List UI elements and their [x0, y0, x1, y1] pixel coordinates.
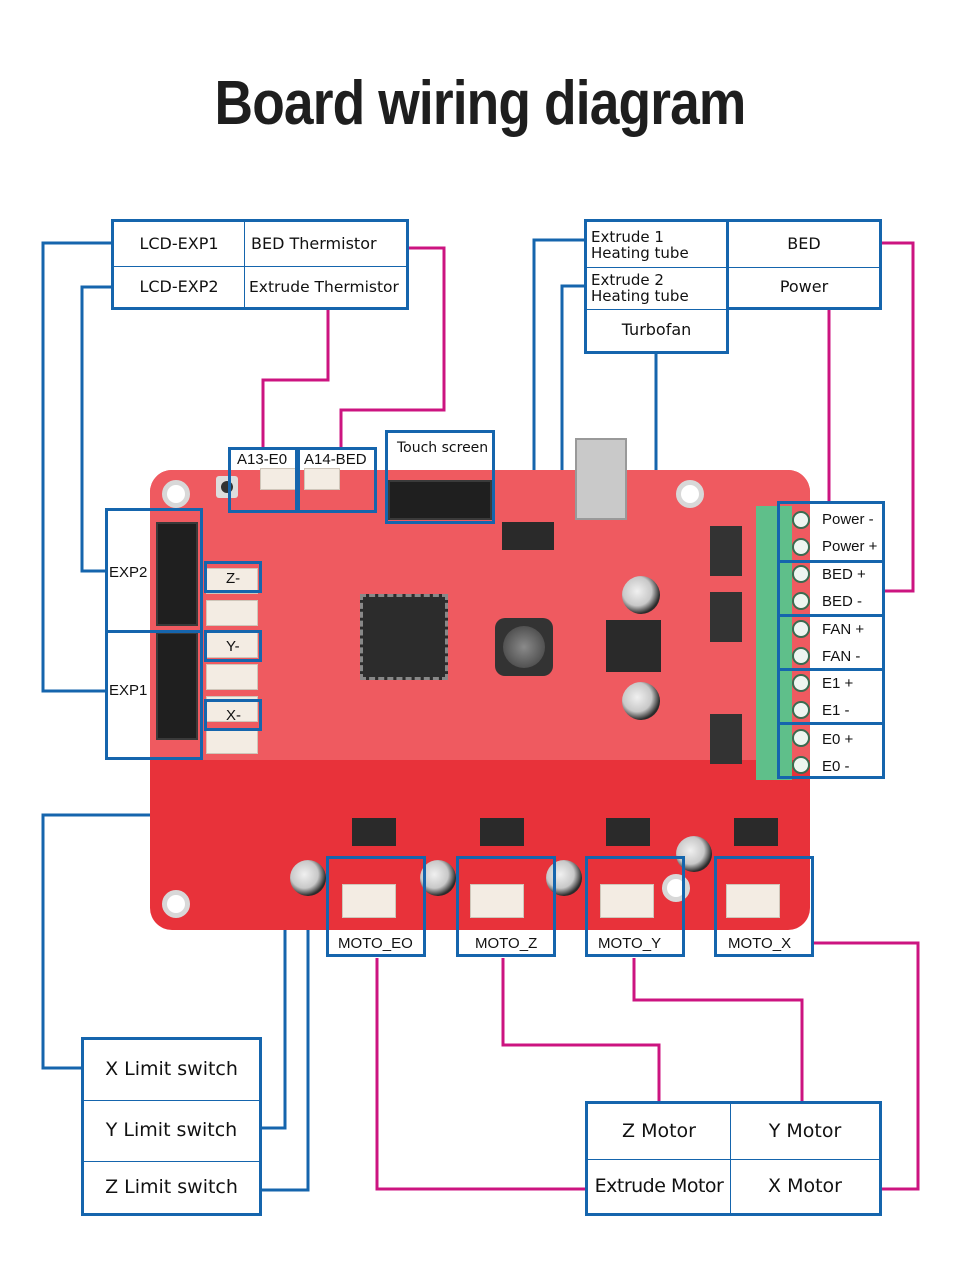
- serial-chip: [502, 522, 554, 550]
- screw-icon: [792, 729, 810, 747]
- mosfet: [710, 526, 742, 576]
- extrude1-line2: Heating tube: [591, 243, 689, 262]
- driver-chip: [606, 818, 650, 846]
- mount-hole: [162, 890, 190, 918]
- z-limit-switch-label: Z Limit switch: [105, 1175, 238, 1198]
- heater-power-table-right: BED Power: [726, 219, 882, 310]
- extrude2-line2: Heating tube: [591, 286, 689, 305]
- extrude-thermistor-label: Extrude Thermistor: [249, 277, 399, 296]
- mosfet: [710, 592, 742, 642]
- terminal-label: E1 -: [822, 702, 850, 719]
- terminal-label: BED +: [822, 566, 866, 583]
- touch-screen-label: Touch screen: [397, 440, 489, 456]
- screw-icon: [792, 538, 810, 556]
- thermistor-lcd-table: LCD-EXP1 BED Thermistor LCD-EXP2 Extrude…: [111, 219, 409, 310]
- usb-port: [575, 438, 627, 520]
- terminal-label: FAN -: [822, 648, 861, 665]
- x-motor-label: X Motor: [768, 1174, 842, 1197]
- moto-y-label: MOTO_Y: [598, 935, 662, 952]
- terminal-label: Power +: [822, 538, 878, 555]
- driver-chip: [480, 818, 524, 846]
- driver-chip: [352, 818, 396, 846]
- z-motor-label: Z Motor: [622, 1119, 696, 1142]
- capacitor: [622, 576, 660, 614]
- mosfet: [710, 714, 742, 764]
- endstop-connector: [206, 600, 258, 626]
- terminal-label: E0 -: [822, 758, 850, 775]
- endstop-connector: [206, 664, 258, 690]
- wire-moto-z: [501, 958, 661, 1102]
- turbofan-label: Turbofan: [621, 320, 692, 340]
- screw-icon: [792, 674, 810, 692]
- terminal-label: FAN +: [822, 621, 865, 638]
- a13-e0-label: A13-E0: [237, 451, 288, 468]
- x-minus-label: X-: [226, 707, 241, 724]
- x-limit-switch-label: X Limit switch: [105, 1058, 238, 1081]
- screw-icon: [792, 620, 810, 638]
- limit-switch-table: X Limit switch Y Limit switch Z Limit sw…: [81, 1037, 262, 1216]
- screw-icon: [792, 592, 810, 610]
- screw-icon: [792, 756, 810, 774]
- screw-icon: [792, 565, 810, 583]
- screw-icon: [792, 647, 810, 665]
- lcd-exp2-label: LCD-EXP2: [139, 276, 219, 296]
- terminal-label: E0 +: [822, 731, 854, 748]
- moto-z-label: MOTO_Z: [475, 935, 538, 952]
- extrude-motor-label: Extrude Motor: [594, 1174, 724, 1197]
- exp1-label: EXP1: [109, 682, 148, 699]
- terminal-label: BED -: [822, 593, 863, 610]
- wire-extrude-thermistor: [261, 310, 330, 448]
- z-minus-label: Z-: [226, 570, 241, 587]
- extrude1-heating-tube-label: Extrude 1 Heating tube: [587, 224, 726, 267]
- heater-power-table-left: Extrude 1 Heating tube Extrude 2 Heating…: [584, 219, 729, 354]
- wire-lcd-exp1: [41, 241, 112, 693]
- moto-x-label: MOTO_X: [728, 935, 792, 952]
- motor-table: Z Motor Y Motor Extrude Motor X Motor: [585, 1101, 882, 1216]
- screw-icon: [792, 511, 810, 529]
- y-limit-switch-label: Y Limit switch: [105, 1119, 238, 1142]
- terminal-label: E1 +: [822, 675, 854, 692]
- mcu-chip: [360, 594, 448, 680]
- power-label: Power: [779, 277, 829, 297]
- terminal-label: Power -: [822, 511, 874, 528]
- mount-hole: [162, 480, 190, 508]
- driver-chip: [734, 818, 778, 846]
- inductor: [495, 618, 553, 676]
- lcd-exp1-label: LCD-EXP1: [139, 233, 219, 253]
- mount-hole: [676, 480, 704, 508]
- extrude2-heating-tube-label: Extrude 2 Heating tube: [587, 268, 726, 309]
- regulator-chip: [606, 620, 661, 672]
- endstop-connector: [206, 728, 258, 754]
- y-motor-label: Y Motor: [768, 1119, 842, 1142]
- moto-eo-label: MOTO_EO: [338, 935, 413, 952]
- bed-thermistor-label: BED Thermistor: [251, 233, 377, 253]
- capacitor: [622, 682, 660, 720]
- y-minus-label: Y-: [226, 638, 240, 655]
- exp2-label: EXP2: [109, 564, 148, 581]
- capacitor: [290, 860, 326, 896]
- a14-bed-label: A14-BED: [304, 451, 367, 468]
- wire-bed: [882, 241, 915, 593]
- bed-label: BED: [787, 234, 821, 254]
- screw-icon: [792, 701, 810, 719]
- wire-moto-eo: [375, 958, 586, 1191]
